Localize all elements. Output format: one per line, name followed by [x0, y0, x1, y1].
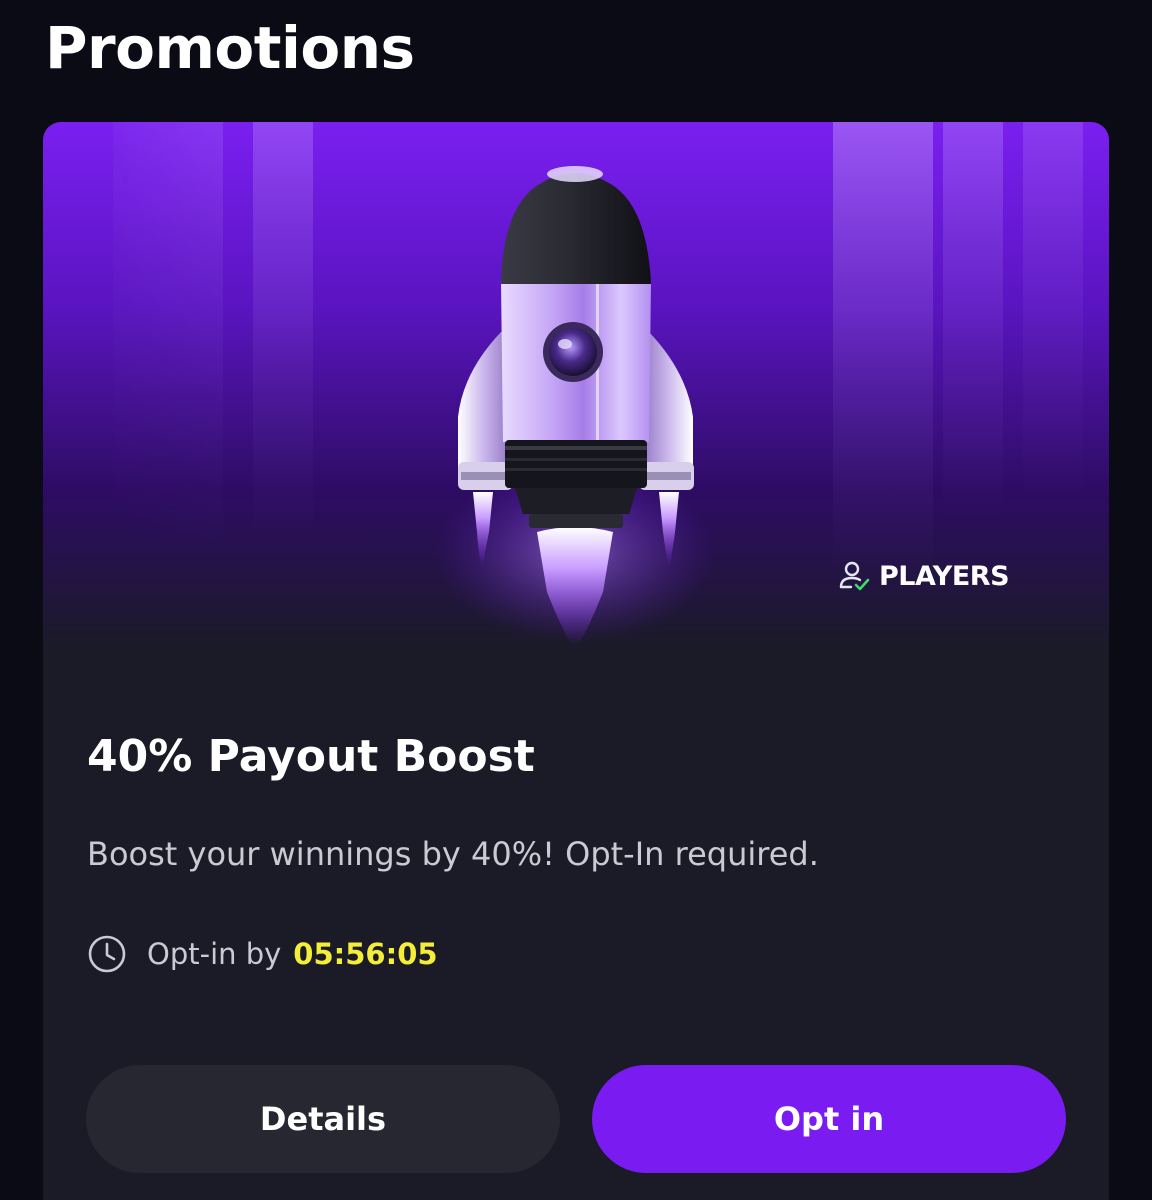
page-title: Promotions: [45, 14, 415, 82]
promo-description: Boost your winnings by 40%! Opt-In requi…: [87, 835, 819, 873]
details-button[interactable]: Details: [86, 1065, 560, 1173]
promo-title: 40% Payout Boost: [87, 731, 535, 782]
clock-icon: [88, 935, 126, 973]
deadline-label: Opt-in by: [147, 937, 282, 971]
players-logo: PLAYERS: [837, 556, 1010, 596]
opt-in-deadline: Opt-in by 05:56:05: [87, 932, 438, 976]
countdown-timer: 05:56:05: [293, 937, 438, 971]
promo-card[interactable]: PLAYERS 40% Payout Boost Boost your winn…: [43, 122, 1109, 1200]
promo-banner: PLAYERS: [43, 122, 1109, 652]
user-check-icon: [839, 561, 870, 591]
promotions-page: Promotions PLAYERS 40% Payout Boost Boos…: [0, 0, 1152, 1200]
brand-name: PLAYERS: [879, 560, 1010, 592]
opt-in-button[interactable]: Opt in: [592, 1065, 1066, 1173]
